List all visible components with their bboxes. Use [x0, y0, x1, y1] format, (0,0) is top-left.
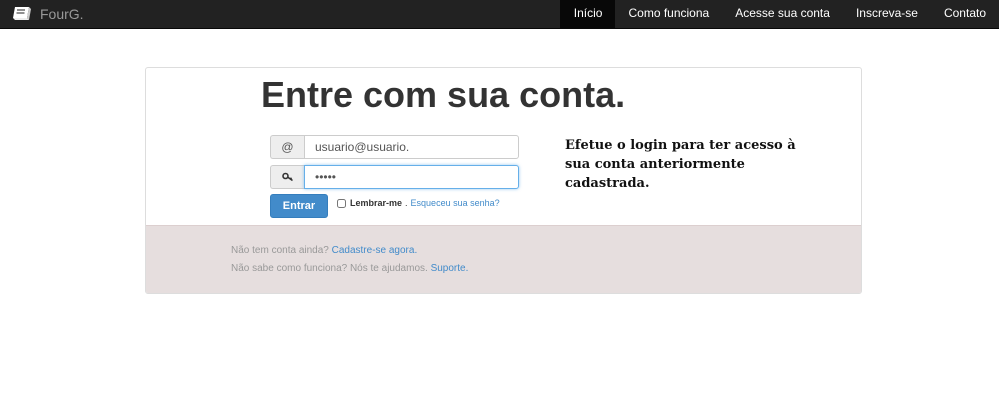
brand-name: FourG.	[40, 6, 84, 22]
support-link[interactable]: Suporte.	[431, 263, 469, 274]
nav-item-inscreva-se[interactable]: Inscreva-se	[843, 0, 931, 29]
at-sign-icon: @	[270, 135, 304, 159]
nav-item-contato[interactable]: Contato	[931, 0, 999, 29]
brand-link[interactable]: FourG.	[12, 3, 84, 25]
forgot-password-link[interactable]: Esqueceu sua senha?	[411, 198, 500, 208]
email-field[interactable]	[304, 135, 519, 159]
separator-dot: .	[405, 198, 408, 208]
nav-item-como-funciona[interactable]: Como funciona	[615, 0, 722, 29]
top-navbar: FourG. Início Como funciona Acesse sua c…	[0, 0, 999, 29]
book-icon	[13, 7, 31, 20]
panel-footer: Não tem conta ainda? Cadastre-se agora. …	[146, 225, 861, 293]
support-line: Não sabe como funciona? Nós te ajudamos.…	[231, 263, 468, 274]
nav-menu: Início Como funciona Acesse sua conta In…	[559, 0, 999, 29]
remember-me-label: Lembrar-me	[350, 198, 403, 208]
login-button[interactable]: Entrar	[270, 194, 328, 218]
login-panel: Entre com sua conta. @ Entrar Lembrar-me…	[145, 67, 862, 294]
nav-item-acesse-sua-conta[interactable]: Acesse sua conta	[722, 0, 843, 29]
signup-prompt: Não tem conta ainda?	[231, 245, 329, 256]
remember-me-row: Lembrar-me . Esqueceu sua senha?	[337, 198, 500, 208]
remember-me-checkbox[interactable]	[337, 198, 346, 208]
login-info-text: Efetue o login para ter acesso à sua con…	[565, 138, 796, 191]
signup-link[interactable]: Cadastre-se agora.	[332, 245, 418, 256]
support-prompt: Não sabe como funciona? Nós te ajudamos.	[231, 263, 428, 274]
key-icon-glyph	[281, 172, 293, 182]
password-field[interactable]	[304, 165, 519, 189]
key-icon	[270, 165, 304, 189]
nav-item-inicio[interactable]: Início	[559, 0, 616, 29]
signup-line: Não tem conta ainda? Cadastre-se agora.	[231, 245, 417, 256]
password-input-group	[270, 165, 519, 189]
email-input-group: @	[270, 135, 519, 159]
page-title: Entre com sua conta.	[261, 74, 626, 115]
